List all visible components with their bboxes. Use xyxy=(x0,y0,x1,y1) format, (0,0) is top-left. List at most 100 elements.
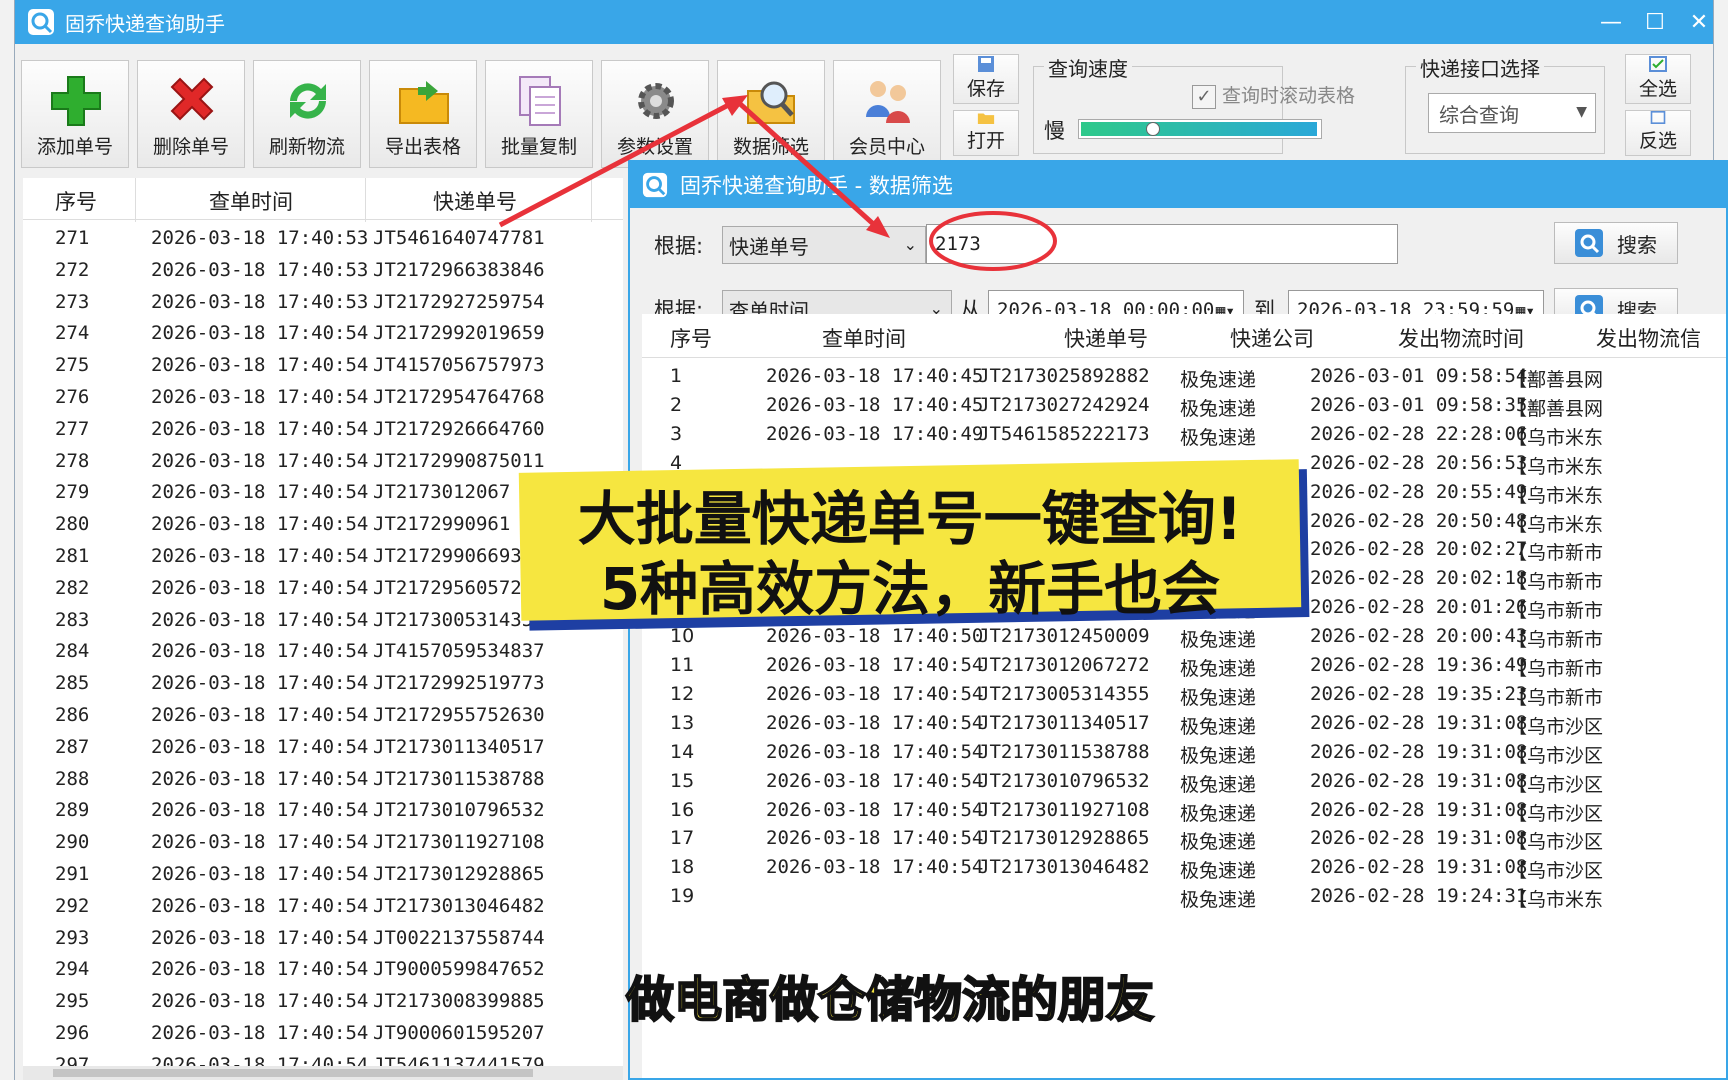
col-divider[interactable] xyxy=(135,178,136,222)
row-send-time: 2026-02-28 19:31:08 xyxy=(1310,711,1528,734)
row-tracking-number: JT2172956057240 xyxy=(373,576,545,599)
row-query-time: 2026-03-18 17:40:54 xyxy=(766,711,984,734)
table-row[interactable]: 292 2026-03-18 17:40:54 JT2173013046482 xyxy=(23,890,623,922)
table-row[interactable]: 295 2026-03-18 17:40:54 JT2173008399885 xyxy=(23,985,623,1017)
row-tracking-number: JT2172992019659 xyxy=(373,322,545,345)
settings-button[interactable]: 参数设置 xyxy=(601,60,709,168)
row-send-time: 2026-02-28 20:50:48 xyxy=(1310,509,1528,532)
table-row[interactable]: 294 2026-03-18 17:40:54 JT9000599847652 xyxy=(23,953,623,985)
table-row[interactable]: 13 2026-03-18 17:40:54 JT2173011340517 极兔速递… xyxy=(642,707,1726,739)
horizontal-scrollbar[interactable] xyxy=(23,1066,623,1080)
open-folder-icon xyxy=(977,113,995,124)
select-all-button[interactable]: 全选 xyxy=(1625,54,1691,104)
add-number-button[interactable]: 添加单号 xyxy=(21,60,129,168)
col-divider[interactable] xyxy=(591,178,592,222)
col-header-company[interactable]: 快递公司 xyxy=(1230,323,1314,353)
row-query-time: 2026-03-18 17:40:54 xyxy=(151,449,369,472)
speed-slider-thumb[interactable] xyxy=(1146,122,1160,136)
col-header-send-info[interactable]: 发出物流信 xyxy=(1596,323,1701,353)
table-row[interactable]: 1 2026-03-18 17:40:45 JT2173025892882 极兔速递 2… xyxy=(642,360,1726,392)
row-query-time: 2026-03-18 17:40:54 xyxy=(151,608,369,631)
main-table: 序号 查单时间 快递单号 271 2026-03-18 17:40:53 JT546… xyxy=(23,178,623,1080)
row-index: 2 xyxy=(670,393,683,416)
table-row[interactable]: 275 2026-03-18 17:40:54 JT4157056757973 xyxy=(23,349,623,381)
table-row[interactable]: 285 2026-03-18 17:40:54 JT2172992519773 xyxy=(23,667,623,699)
table-row[interactable]: 15 2026-03-18 17:40:54 JT2173010796532 极兔速递… xyxy=(642,765,1726,797)
row-send-time: 2026-02-28 20:56:53 xyxy=(1310,451,1528,474)
table-row[interactable]: 17 2026-03-18 17:40:54 JT2173012928865 极兔速递… xyxy=(642,822,1726,854)
table-row[interactable]: 296 2026-03-18 17:40:54 JT9000601595207 xyxy=(23,1017,623,1049)
minimize-button[interactable]: — xyxy=(1587,0,1635,44)
col-divider[interactable] xyxy=(365,178,366,222)
table-row[interactable]: 12 2026-03-18 17:40:54 JT2173005314355 极兔速递… xyxy=(642,678,1726,710)
table-row[interactable]: 277 2026-03-18 17:40:54 JT2172926664760 xyxy=(23,413,623,445)
row-tracking-number: JT4157059534837 xyxy=(373,640,545,663)
invert-select-button[interactable]: 反选 xyxy=(1625,110,1691,156)
table-row[interactable]: 11 2026-03-18 17:40:54 JT2173012067272 极兔速递… xyxy=(642,649,1726,681)
row-query-time: 2026-03-18 17:40:53 xyxy=(151,290,369,313)
table-row[interactable]: 274 2026-03-18 17:40:54 JT2172992019659 xyxy=(23,317,623,349)
row-index: 15 xyxy=(670,769,695,792)
row-query-time: 2026-03-18 17:40:54 xyxy=(151,576,369,599)
table-row[interactable]: 272 2026-03-18 17:40:53 JT2172966383846 xyxy=(23,254,623,286)
col-header-time[interactable]: 查单时间 xyxy=(822,323,906,353)
row-index: 271 xyxy=(55,227,90,249)
batch-copy-button[interactable]: 批量复制 xyxy=(485,60,593,168)
row-index: 275 xyxy=(55,354,90,377)
export-table-button[interactable]: 导出表格 xyxy=(369,60,477,168)
api-select-dropdown[interactable]: 综合查询 ▼ xyxy=(1428,93,1596,133)
table-row[interactable]: 14 2026-03-18 17:40:54 JT2173011538788 极兔速递… xyxy=(642,736,1726,768)
row-index: 279 xyxy=(55,481,90,504)
table-row[interactable]: 290 2026-03-18 17:40:54 JT2173011927108 xyxy=(23,826,623,858)
table-row[interactable]: 293 2026-03-18 17:40:54 JT0022137558744 xyxy=(23,922,623,954)
row-tracking-number: JT2172992519773 xyxy=(373,672,545,695)
col-header-index[interactable]: 序号 xyxy=(670,323,712,353)
row-query-time: 2026-03-18 17:40:54 xyxy=(766,769,984,792)
filter1-field-select[interactable]: 快递单号 ⌄ xyxy=(722,226,926,264)
member-center-button[interactable]: 会员中心 xyxy=(833,60,941,168)
dialog-title: 固乔快递查询助手 - 数据筛选 xyxy=(680,174,953,198)
maximize-button[interactable]: ☐ xyxy=(1631,0,1679,44)
filter1-value-input[interactable]: 2173 xyxy=(926,224,1398,264)
open-button[interactable]: 打开 xyxy=(953,110,1019,156)
table-row[interactable]: 287 2026-03-18 17:40:54 JT2173011340517 xyxy=(23,731,623,763)
data-filter-button[interactable]: 数据筛选 xyxy=(717,60,825,168)
refresh-logistics-button[interactable]: 刷新物流 xyxy=(253,60,361,168)
col-header-number[interactable]: 快递单号 xyxy=(1064,323,1148,353)
row-query-time: 2026-03-18 17:40:54 xyxy=(151,1022,369,1044)
table-row[interactable]: 276 2026-03-18 17:40:54 JT2172954764768 xyxy=(23,381,623,413)
save-button[interactable]: 保存 xyxy=(953,54,1019,104)
col-header-time[interactable]: 查单时间 xyxy=(209,186,293,216)
row-query-time: 2026-03-18 17:40:54 xyxy=(766,798,984,821)
speed-slider-track xyxy=(1081,122,1317,136)
table-row[interactable]: 3 2026-03-18 17:40:49 JT5461585222173 极兔速递 2… xyxy=(642,418,1726,450)
col-header-number[interactable]: 快递单号 xyxy=(433,186,517,216)
table-row[interactable]: 284 2026-03-18 17:40:54 JT4157059534837 xyxy=(23,635,623,667)
table-row[interactable]: 19 极兔速递 2026-02-28 19:24:31 【乌市米东 xyxy=(642,880,1726,912)
table-row[interactable]: 291 2026-03-18 17:40:54 JT2173012928865 xyxy=(23,858,623,890)
toolbar: 添加单号 删除单号 刷新物流 导出表格 批量复制 参数设置 数据筛选 会员中心 xyxy=(15,50,1713,190)
row-query-time: 2026-03-18 17:40:54 xyxy=(151,990,369,1013)
scrollbar-thumb[interactable] xyxy=(53,1069,533,1077)
close-button[interactable]: ✕ xyxy=(1675,0,1713,44)
row-query-time: 2026-03-18 17:40:54 xyxy=(766,856,984,879)
scroll-table-checkbox[interactable]: ✓ xyxy=(1192,84,1216,109)
filter1-search-button[interactable]: 搜索 xyxy=(1554,222,1678,264)
col-header-send-time[interactable]: 发出物流时间 xyxy=(1398,323,1524,353)
table-row[interactable]: 2 2026-03-18 17:40:45 JT2173027242924 极兔速递 2… xyxy=(642,389,1726,421)
scroll-table-option[interactable]: ✓ 查询时滚动表格 xyxy=(1192,81,1355,109)
row-tracking-number: JT2173011340517 xyxy=(978,711,1150,734)
table-row[interactable]: 16 2026-03-18 17:40:54 JT2173011927108 极兔速递… xyxy=(642,794,1726,826)
row-index: 12 xyxy=(670,682,695,705)
col-header-index[interactable]: 序号 xyxy=(55,186,97,216)
table-row[interactable]: 288 2026-03-18 17:40:54 JT2173011538788 xyxy=(23,763,623,795)
table-row[interactable]: 271 2026-03-18 17:40:53 JT5461640747781 xyxy=(23,222,623,254)
delete-number-button[interactable]: 删除单号 xyxy=(137,60,245,168)
row-tracking-number: JT2173010796532 xyxy=(373,799,545,822)
speed-slider[interactable] xyxy=(1078,119,1322,139)
table-row[interactable]: 289 2026-03-18 17:40:54 JT2173010796532 xyxy=(23,794,623,826)
save-icon xyxy=(978,56,994,72)
table-row[interactable]: 18 2026-03-18 17:40:54 JT2173013046482 极兔速递… xyxy=(642,851,1726,883)
table-row[interactable]: 273 2026-03-18 17:40:53 JT2172927259754 xyxy=(23,286,623,318)
table-row[interactable]: 286 2026-03-18 17:40:54 JT2172955752630 xyxy=(23,699,623,731)
